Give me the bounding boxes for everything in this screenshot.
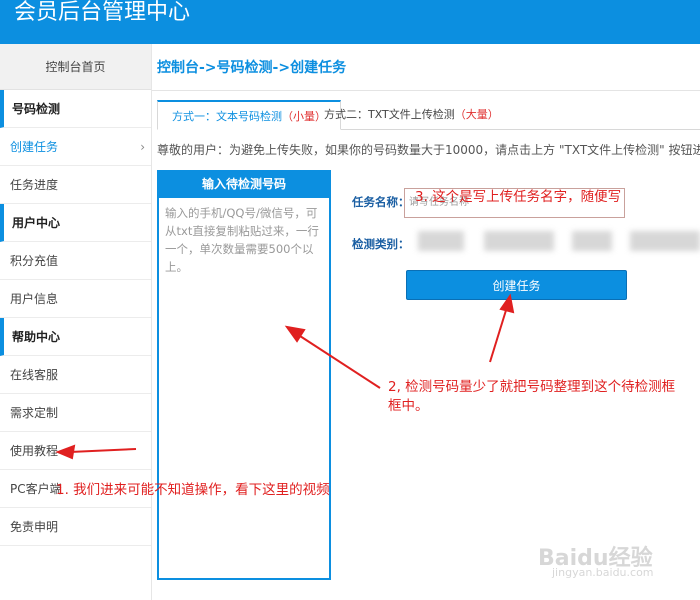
annotation-1: 1. 我们进来可能不知道操作，看下这里的视频: [56, 482, 330, 498]
arrow-head: [284, 325, 306, 343]
arrow-to-button: [489, 306, 508, 363]
watermark-url: jingyan.baidu.com: [552, 566, 654, 579]
annotation-2: 2, 检测号码量少了就把号码整理到这个待检测框框中。: [388, 379, 676, 414]
arrow-to-input-box: [299, 335, 381, 389]
annotation-3: 3. 这个是写上传任务名字，随便写: [415, 189, 622, 205]
arrow-head: [55, 444, 76, 460]
arrow-head: [499, 293, 515, 314]
annotation-arrows: [55, 293, 515, 460]
arrow-to-tutorial: [69, 448, 137, 453]
